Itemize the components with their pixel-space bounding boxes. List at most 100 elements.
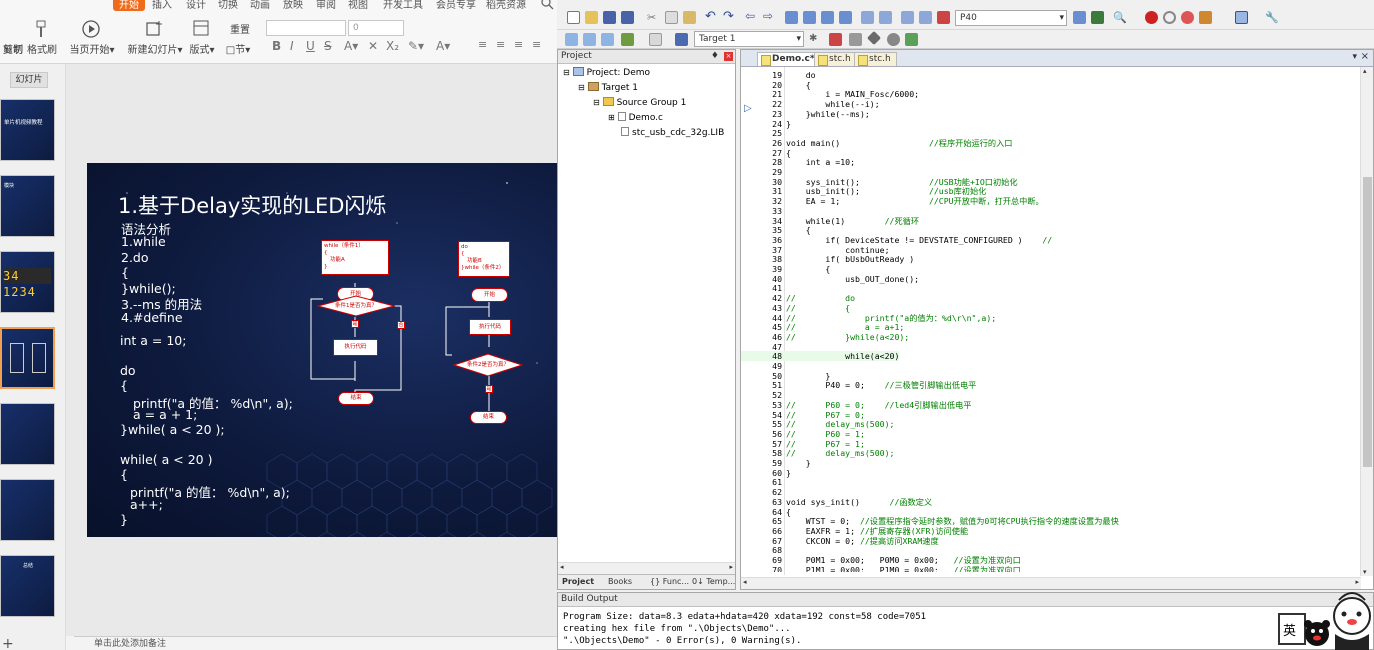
flowchart-while[interactable]: while（条件1）{功能A} 开始 条件1是否为真？ 是 否 执行代码 结束 [305,235,415,435]
breakpoint-icon[interactable] [1145,11,1158,24]
code-line[interactable]: 36 if( DeviceState != DEVSTATE_CONFIGURE… [741,235,1052,245]
run-to-icon[interactable] [1199,11,1212,24]
tab-stc-h-2[interactable]: stc.h [854,52,897,66]
tab-project[interactable]: Project [562,577,594,586]
code-line[interactable]: 46 // }while(a<20); [741,332,909,342]
tab-templates[interactable]: 0↓ Temp... [692,577,735,586]
tab-developer[interactable]: 开发工具 [383,0,423,11]
save-all-icon[interactable] [621,11,634,24]
slide-thumbnail-7[interactable]: 总结 [0,555,55,617]
code-line[interactable]: 58 // delay_ms(500); [741,448,894,458]
clear-format-button[interactable]: ✕ [368,39,378,53]
search-icon[interactable] [540,0,554,10]
kill-breakpoints-icon[interactable] [1181,11,1194,24]
find-icon[interactable] [937,11,950,24]
font-color-button[interactable]: A▾ [344,39,358,53]
code-line[interactable]: 70 P1M1 = 0x00; P1M0 = 0x00; //设置为准双向口 [741,565,1021,572]
copy-icon[interactable] [665,11,678,24]
current-slide[interactable]: 1.基于Delay实现的LED闪烁 语法分析 1.while 2.do { }w… [87,163,557,537]
notes-input[interactable]: 单击此处添加备注 [74,636,557,650]
new-file-icon[interactable] [567,11,580,24]
code-line[interactable]: 52 [741,390,786,400]
flowchart-do-while[interactable]: do{功能B}while（条件2） 开始 执行代码 条件2是否为真？ 是 结束 [442,235,552,435]
pack-installer-icon[interactable] [866,30,882,46]
code-line[interactable]: 67 CKCON = 0; //提高访问XRAM速度 [741,536,939,546]
translate-icon[interactable] [565,33,578,46]
bold-button[interactable]: B [272,39,281,53]
cut-icon[interactable]: ✂ [647,11,660,24]
code-line[interactable]: 35 { [741,225,811,235]
code-line[interactable]: 56 // P60 = 1; [741,429,865,439]
text-color-button[interactable]: A▾ [436,39,450,53]
copy-button[interactable]: 复制 [2,41,24,56]
find-combo[interactable]: P40 ▾ [955,10,1067,26]
tab-review[interactable]: 审阅 [316,0,336,11]
unindent-icon[interactable] [879,11,892,24]
code-line[interactable]: 44 // printf("a的值为：%d\r\n",a); [741,313,996,323]
font-family-combo[interactable] [266,20,346,36]
code-line[interactable]: 57 // P67 = 1; [741,439,865,449]
code-line[interactable]: 34 while(1) //死循环 [741,216,919,226]
code-line[interactable]: 62 [741,487,786,497]
code-line[interactable]: 63 void sys_init() //函数定义 [741,497,932,507]
vscroll-thumb[interactable] [1363,177,1372,467]
slide-thumbnail-6[interactable] [0,479,55,541]
code-line[interactable]: 43 // { [741,303,850,313]
code-line[interactable]: 59 } [741,458,811,468]
close-editor-icon[interactable]: × [1361,51,1369,62]
tree-project-root[interactable]: ⊟ Project: Demo [563,67,650,78]
font-size-combo[interactable]: 0 [348,20,404,36]
code-line[interactable]: 22 while(--i); [741,99,880,109]
debug-find-icon[interactable] [1091,11,1104,24]
code-line[interactable]: 33 [741,206,786,216]
thumbnail-panel-label[interactable]: 幻灯片 [10,72,48,88]
zoom-icon[interactable]: 🔍 [1113,11,1127,24]
editor-vscroll[interactable]: ▴ ▾ [1360,67,1373,576]
code-line[interactable]: 51 P40 = 0; //三极管引脚输出低电平 [741,380,976,390]
tab-member[interactable]: 会员专享 [436,0,476,11]
stop-build-icon[interactable] [649,33,662,46]
bookmark-prev-icon[interactable] [803,11,816,24]
underline-button[interactable]: U [306,39,315,53]
comment-icon[interactable] [901,11,914,24]
tab-design[interactable]: 设计 [186,0,206,11]
code-line[interactable]: 41 [741,283,786,293]
slide-thumbnail-2[interactable]: 模块 [0,175,55,237]
justify-button[interactable]: ≡ [532,38,541,51]
target-select[interactable]: Target 1 ▾ [694,31,804,47]
slide-title[interactable]: 1.基于Delay实现的LED闪烁 [118,190,386,220]
tree-file-demo-c[interactable]: ⊞ Demo.c [608,112,663,123]
code-line[interactable]: 48 while(a<20) [741,351,900,362]
undo-icon[interactable]: ↶ [705,9,718,24]
window-layout-icon[interactable] [1235,11,1248,24]
reset-button[interactable]: 重置 [222,21,258,36]
manage-components-icon[interactable] [829,33,842,46]
bookmark-icon[interactable] [785,11,798,24]
input-method-char[interactable]: 英 [1283,620,1296,639]
format-painter-button[interactable]: 格式刷 [26,41,58,56]
tab-stc-h-1[interactable]: stc.h [814,52,857,66]
code-line[interactable]: 40 usb_OUT_done(); [741,274,919,284]
bookmark-clear-icon[interactable] [839,11,852,24]
tab-transition[interactable]: 切换 [218,0,238,11]
code-line[interactable]: 27 { [741,148,791,158]
rebuild-icon[interactable] [601,33,614,46]
pin-icon[interactable]: ♦ [711,50,719,63]
layout-button[interactable]: 版式▾ [186,41,218,56]
tab-list-icon[interactable]: ▾ [1352,52,1357,62]
open-folder-icon[interactable] [585,11,598,24]
code-line[interactable]: 30 sys_init(); //USB功能+IO口初始化 [741,177,1017,187]
add-slide-icon[interactable]: + [2,636,14,650]
code-line[interactable]: 19 do [741,70,815,80]
code-line[interactable]: 20 { [741,80,811,90]
code-line[interactable]: 42 // do [741,293,855,303]
code-line[interactable]: 49 [741,361,786,371]
indent-icon[interactable] [861,11,874,24]
code-line[interactable]: 53 // P60 = 0; //led4引脚输出低电平 [741,400,971,410]
editor-hscroll[interactable]: ◂ ▸ [741,577,1361,589]
code-line[interactable]: 64 { [741,507,791,517]
code-line[interactable]: 29 [741,167,786,177]
tab-home[interactable]: 开始 [113,0,145,11]
uncomment-icon[interactable] [919,11,932,24]
tab-insert[interactable]: 插入 [152,0,172,11]
